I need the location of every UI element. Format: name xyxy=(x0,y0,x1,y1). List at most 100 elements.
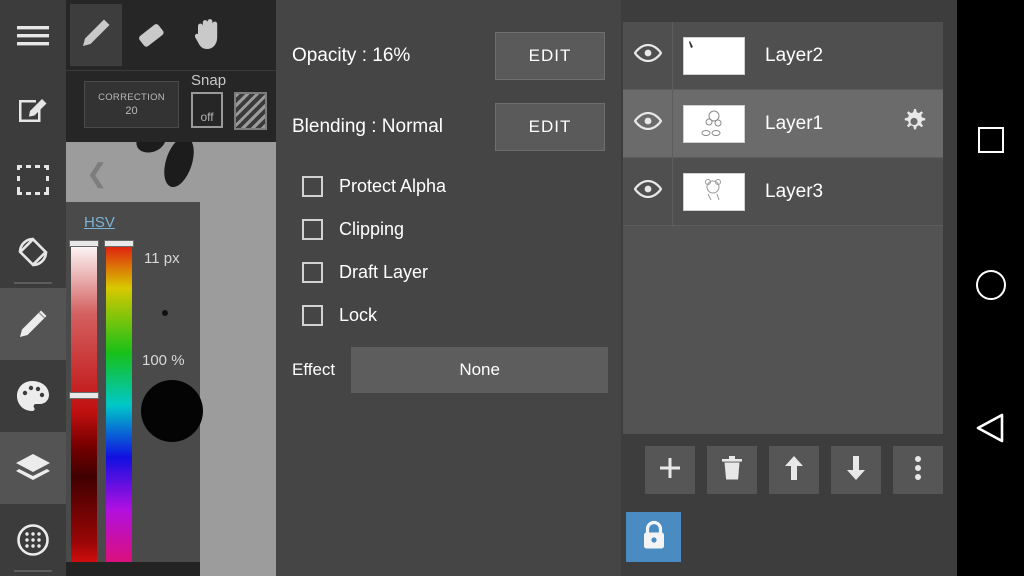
brush-size-preview-dot xyxy=(162,310,168,316)
blending-label: Blending : Normal xyxy=(292,116,444,137)
sidebar-item-layers[interactable] xyxy=(0,432,66,504)
back-button[interactable] xyxy=(957,400,1024,460)
sv-slider-knob-bottom[interactable] xyxy=(69,392,99,399)
correction-setting[interactable]: CORRECTION 20 xyxy=(84,81,179,128)
saturation-value-slider[interactable] xyxy=(71,242,97,568)
current-color-swatch[interactable] xyxy=(141,380,203,442)
padlock-icon xyxy=(641,520,667,555)
hatch-pattern-icon[interactable] xyxy=(234,92,267,130)
eye-icon xyxy=(633,179,662,203)
move-layer-down-button[interactable] xyxy=(831,446,881,494)
table-row[interactable]: Layer3 xyxy=(623,158,943,226)
checkbox-box[interactable] xyxy=(302,305,323,326)
sidebar-item-rotate[interactable] xyxy=(0,216,66,288)
palette-icon xyxy=(16,380,50,412)
opacity-row: Opacity : 16% EDIT xyxy=(276,28,621,84)
home-button[interactable] xyxy=(957,255,1024,315)
add-layer-button[interactable] xyxy=(645,446,695,494)
arrow-down-icon xyxy=(846,455,866,486)
hsv-mode-label[interactable]: HSV xyxy=(84,214,115,231)
checkbox-box[interactable] xyxy=(302,262,323,283)
layer-more-button[interactable] xyxy=(893,446,943,494)
sv-slider-knob-top[interactable] xyxy=(69,240,99,247)
hand-pan-icon xyxy=(192,16,224,55)
blending-row: Blending : Normal EDIT xyxy=(276,99,621,155)
opacity-percent-label: 100 % xyxy=(142,352,185,369)
layer-visibility-toggle[interactable] xyxy=(623,90,673,157)
tool-pencil[interactable] xyxy=(70,4,122,66)
opacity-label: Opacity : 16% xyxy=(292,45,411,66)
layer-visibility-toggle[interactable] xyxy=(623,158,673,225)
delete-layer-button[interactable] xyxy=(707,446,757,494)
eye-icon xyxy=(633,43,662,67)
opacity-edit-button[interactable]: EDIT xyxy=(495,32,605,80)
layer-thumbnail xyxy=(683,36,745,75)
checkbox-lock[interactable]: Lock xyxy=(276,294,621,337)
layer-properties-panel: Opacity : 16% EDIT Blending : Normal EDI… xyxy=(276,0,621,576)
artwork-mark xyxy=(158,142,200,191)
snap-toggle[interactable]: off xyxy=(191,92,223,128)
layer-visibility-toggle[interactable] xyxy=(623,22,673,89)
app-screen: CORRECTION 20 Snap off ❮ HSV 11 px 100 % xyxy=(0,0,1024,576)
move-layer-up-button[interactable] xyxy=(769,446,819,494)
brush-size-label: 11 px xyxy=(144,250,180,267)
left-sidebar xyxy=(0,0,66,576)
snap-setting: Snap off xyxy=(191,72,226,128)
layer-name: Layer1 xyxy=(765,112,824,134)
checkbox-box[interactable] xyxy=(302,219,323,240)
sidebar-item-brush[interactable] xyxy=(0,288,66,360)
hamburger-menu-icon xyxy=(16,24,50,48)
more-vertical-icon xyxy=(914,455,922,486)
collapse-panel-chevron[interactable]: ❮ xyxy=(86,160,108,186)
sidebar-item-menu[interactable] xyxy=(0,0,66,72)
checkbox-label: Draft Layer xyxy=(339,262,429,282)
table-row[interactable]: Layer1 xyxy=(623,90,943,158)
plus-icon xyxy=(658,456,682,485)
checkbox-draft-layer[interactable]: Draft Layer xyxy=(276,251,621,294)
layers-stack-icon xyxy=(15,453,51,483)
gear-icon[interactable] xyxy=(901,108,927,139)
tool-eraser[interactable] xyxy=(126,4,178,66)
checkbox-box[interactable] xyxy=(302,176,323,197)
rotate-canvas-icon xyxy=(16,235,50,269)
sidebar-item-edit[interactable] xyxy=(0,72,66,144)
table-row[interactable]: Layer2 xyxy=(623,22,943,90)
checkbox-label: Protect Alpha xyxy=(339,176,447,196)
tool-buttons-row xyxy=(66,0,276,70)
sidebar-item-select[interactable] xyxy=(0,144,66,216)
hue-slider[interactable] xyxy=(106,242,132,568)
recents-button[interactable] xyxy=(957,110,1024,170)
sidebar-item-materials[interactable] xyxy=(0,504,66,576)
artwork-mark xyxy=(133,142,169,157)
layer-thumbnail xyxy=(683,172,745,211)
android-navigation-bar xyxy=(957,0,1024,576)
pencil-tool-icon xyxy=(79,16,113,55)
pencil-icon xyxy=(16,307,50,341)
hue-slider-knob[interactable] xyxy=(104,240,134,247)
triangle-back-icon xyxy=(976,412,1006,449)
color-picker-panel: HSV 11 px 100 % xyxy=(66,202,203,576)
eye-icon xyxy=(633,111,662,135)
snap-label: Snap xyxy=(191,72,227,89)
layer-thumbnail xyxy=(683,104,745,143)
layer-action-toolbar xyxy=(623,446,943,494)
layer-list: Layer2 Layer1 Layer3 xyxy=(623,22,943,434)
checkbox-clipping[interactable]: Clipping xyxy=(276,208,621,251)
sidebar-item-palette[interactable] xyxy=(0,360,66,432)
tool-settings-row: CORRECTION 20 Snap off xyxy=(66,70,276,142)
picker-footer-bar xyxy=(66,562,200,576)
edit-canvas-icon xyxy=(16,91,50,125)
tool-hand[interactable] xyxy=(182,4,234,66)
canvas-preview[interactable]: ❮ HSV 11 px 100 % xyxy=(66,142,276,576)
effect-row: Effect None xyxy=(276,345,621,395)
checkbox-label: Lock xyxy=(339,305,378,325)
effect-select-button[interactable]: None xyxy=(351,347,609,393)
eraser-tool-icon xyxy=(135,18,169,53)
marquee-select-icon xyxy=(17,165,49,195)
lock-layer-button[interactable] xyxy=(626,512,681,562)
blending-edit-button[interactable]: EDIT xyxy=(495,103,605,151)
checkbox-protect-alpha[interactable]: Protect Alpha xyxy=(276,165,621,208)
dotted-circle-icon xyxy=(16,523,50,557)
layers-panel: Layer2 Layer1 Layer3 xyxy=(621,0,945,576)
layer-name: Layer3 xyxy=(765,180,824,202)
